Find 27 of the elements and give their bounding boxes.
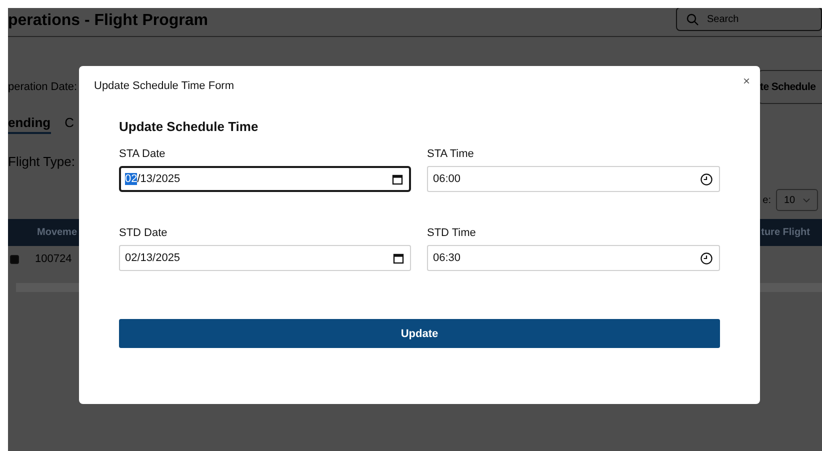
modal-title: Update Schedule Time Form: [94, 80, 234, 92]
search-field[interactable]: Search: [676, 8, 822, 31]
field-label: STD Time: [427, 227, 477, 239]
field-label: STA Date: [119, 148, 166, 160]
page-size-label: e:: [762, 194, 771, 206]
close-button[interactable]: ×: [742, 75, 750, 87]
clock-icon[interactable]: [700, 172, 713, 186]
update-button[interactable]: Update: [119, 319, 720, 348]
field-label: STD Date: [119, 227, 168, 239]
calendar-icon[interactable]: [392, 174, 403, 184]
clock-icon[interactable]: [700, 252, 713, 264]
form-heading: Update Schedule Time: [119, 119, 260, 134]
table-cell: 100724: [35, 253, 72, 265]
row-checkbox[interactable]: [10, 254, 19, 264]
chevron-down-icon: [803, 198, 810, 202]
date-field[interactable]: 02/13/2025: [119, 166, 411, 192]
time-field[interactable]: 06:00: [427, 166, 720, 192]
flight-type-label: Flight Type:: [8, 154, 75, 168]
time-field[interactable]: 06:30: [427, 245, 720, 271]
page-title: perations - Flight Program: [8, 12, 208, 30]
column-header: ture Flight: [761, 227, 810, 238]
calendar-icon[interactable]: [393, 252, 404, 264]
operation-date-label: peration Date:: [8, 81, 78, 93]
column-header: Moveme: [37, 227, 78, 238]
search-icon: [686, 13, 699, 26]
field-label: STA Time: [427, 148, 475, 160]
date-field[interactable]: 02/13/2025: [119, 245, 411, 271]
